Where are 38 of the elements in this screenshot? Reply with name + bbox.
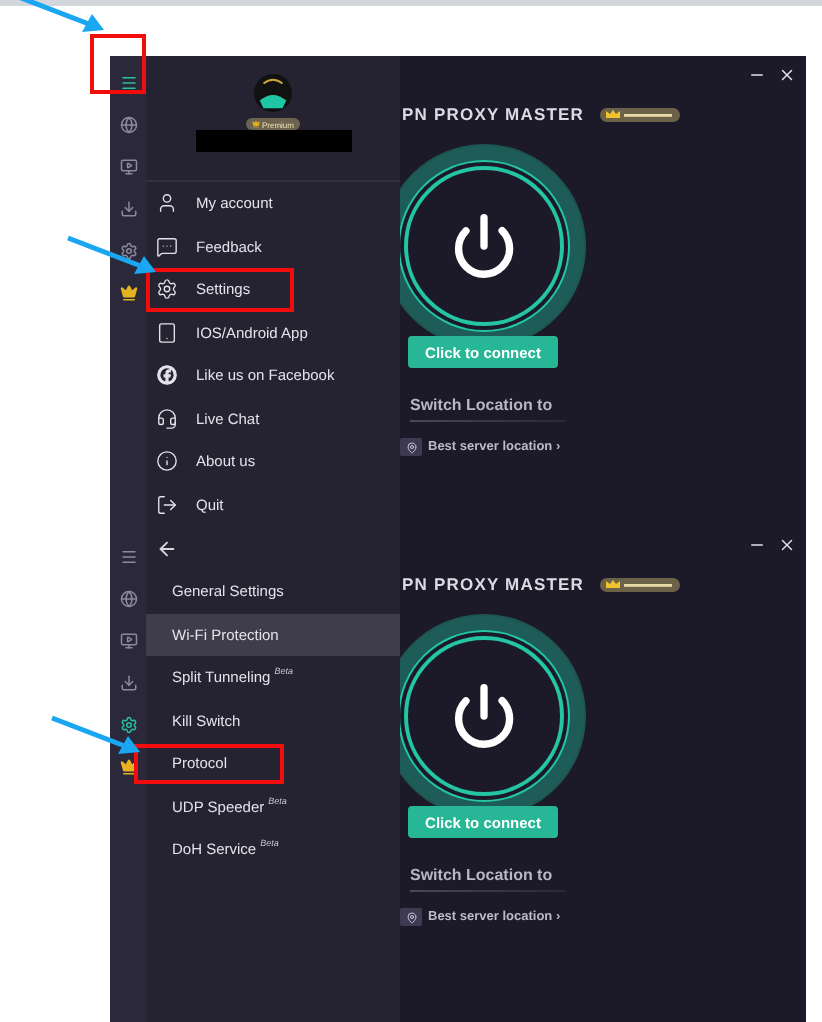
logout-icon (156, 493, 178, 516)
download-icon[interactable] (119, 674, 137, 692)
power-button[interactable] (404, 636, 564, 796)
switch-location-label: Switch Location to (410, 396, 553, 414)
avatar-icon (254, 74, 292, 112)
settings-icon[interactable] (119, 242, 137, 260)
switch-location-label: Switch Location to (410, 866, 553, 884)
power-button[interactable] (404, 166, 564, 326)
crown-icon[interactable] (119, 284, 137, 302)
globe-icon[interactable] (119, 590, 137, 608)
chat-icon (156, 235, 178, 258)
user-icon (156, 192, 178, 215)
close-icon[interactable] (778, 536, 796, 554)
crown-icon[interactable] (119, 758, 137, 776)
menu-icon[interactable] (119, 548, 137, 566)
premium-badge-icon (600, 577, 681, 591)
app-title: PN PROXY MASTER (402, 104, 585, 124)
back-arrow-icon[interactable] (156, 537, 178, 559)
location-pin-icon (400, 908, 422, 926)
facebook-icon (156, 364, 178, 387)
info-icon (156, 450, 178, 473)
close-icon[interactable] (778, 66, 796, 84)
download-icon[interactable] (119, 200, 137, 218)
screen-icon[interactable] (119, 632, 137, 650)
globe-icon[interactable] (119, 116, 137, 134)
power-icon (450, 682, 518, 750)
location-pin-icon (400, 438, 422, 456)
premium-badge-icon (600, 107, 681, 121)
pointer-arrow (66, 236, 158, 276)
headset-icon (156, 407, 178, 430)
tablet-icon (156, 321, 178, 344)
menu-icon[interactable] (119, 74, 137, 92)
app-title: PN PROXY MASTER (402, 574, 585, 594)
pointer-arrow (50, 716, 142, 756)
screen-icon[interactable] (119, 158, 137, 176)
settings-icon[interactable] (119, 716, 137, 734)
settings-icon (156, 278, 178, 301)
power-icon (450, 212, 518, 280)
